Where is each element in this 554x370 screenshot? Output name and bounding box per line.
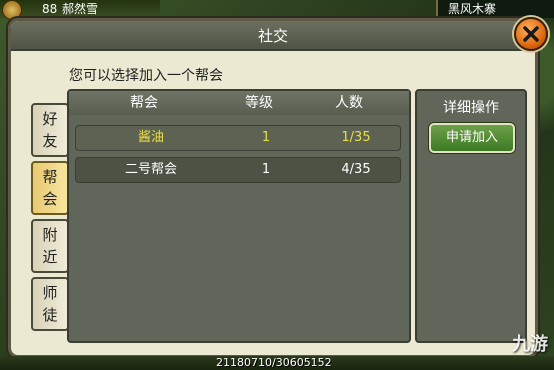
location-name: 黑风木寨 — [448, 2, 497, 16]
guild-name: 酱油 — [137, 130, 164, 145]
tab-nearby[interactable]: 附近 — [31, 219, 69, 273]
detail-actions-title: 详细操作 — [443, 100, 499, 116]
guild-list-panel: 帮会 等级 人数 酱油 1 1/35 二号帮会 1 4/35 — [67, 89, 411, 343]
close-icon — [523, 26, 539, 42]
social-dialog: 社交 您可以选择加入一个帮会 好友 帮会 附近 师徒 帮会 等级 人数 酱油 1… — [8, 17, 548, 358]
guild-members: 4/35 — [341, 162, 371, 177]
tab-friends[interactable]: 好友 — [31, 103, 69, 157]
tab-guild[interactable]: 帮会 — [31, 161, 69, 215]
tab-label: 师徒 — [42, 284, 58, 324]
join-guild-prompt: 您可以选择加入一个帮会 — [69, 68, 223, 84]
tab-mentor[interactable]: 师徒 — [31, 277, 69, 331]
guild-row[interactable]: 二号帮会 1 4/35 — [75, 157, 401, 183]
detail-actions-panel: 详细操作 申请加入 — [415, 89, 527, 343]
header-members: 人数 — [335, 95, 363, 111]
header-guild: 帮会 — [130, 95, 158, 111]
header-level: 等级 — [245, 95, 273, 111]
guild-members: 1/35 — [341, 130, 371, 145]
player-name: 郝然雪 — [62, 2, 99, 16]
coordinates-readout: 21180710/30605152 — [216, 356, 332, 369]
dialog-titlebar: 社交 — [11, 21, 535, 51]
location-label: 黑风木寨 — [436, 0, 554, 18]
player-level: 88 — [42, 2, 58, 16]
tab-label: 好友 — [42, 110, 58, 150]
watermark-logo: 九游 — [512, 334, 548, 355]
guild-row[interactable]: 酱油 1 1/35 — [75, 125, 401, 151]
guild-list-header: 帮会 等级 人数 — [69, 91, 409, 115]
dialog-title: 社交 — [257, 27, 288, 45]
tab-label: 附近 — [42, 226, 58, 266]
guild-name: 二号帮会 — [124, 162, 177, 177]
apply-join-button[interactable]: 申请加入 — [429, 123, 515, 153]
guild-level: 1 — [261, 162, 271, 177]
tab-label: 帮会 — [42, 168, 58, 208]
player-avatar[interactable] — [2, 0, 22, 20]
player-hud: 88 郝然雪 — [0, 0, 160, 20]
guild-level: 1 — [261, 130, 271, 145]
close-button[interactable] — [514, 17, 548, 51]
